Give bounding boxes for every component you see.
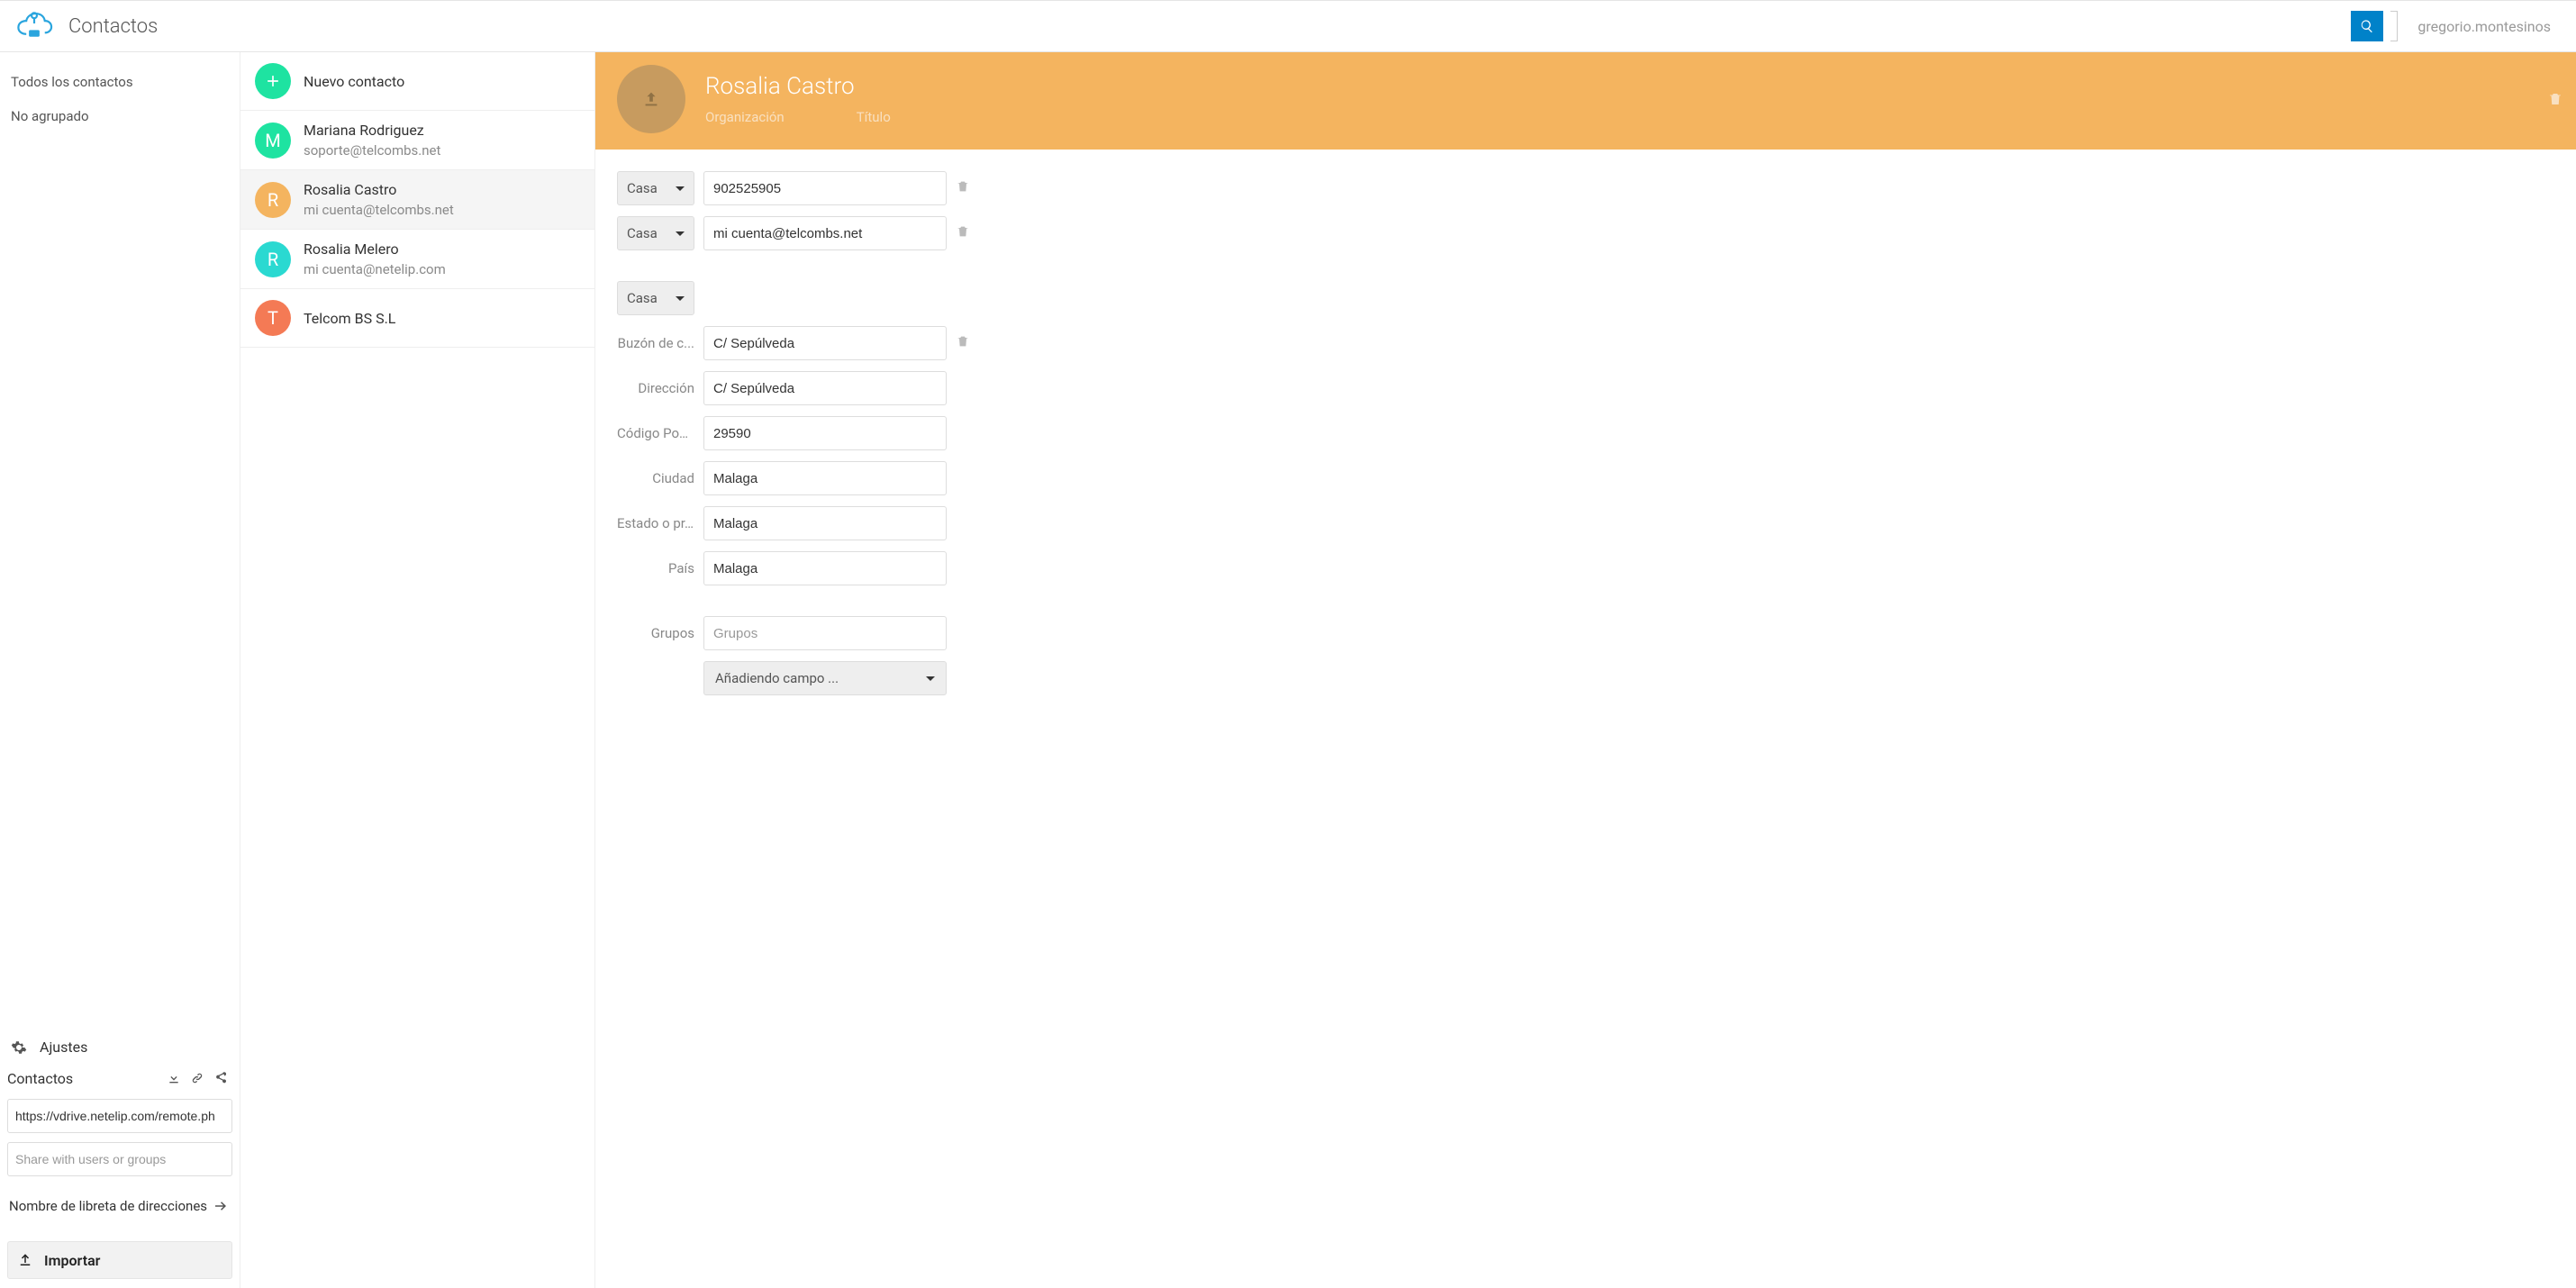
chevron-down-icon — [926, 676, 935, 685]
panel-title: Contactos — [7, 1070, 162, 1087]
remote-url-input[interactable] — [7, 1099, 232, 1133]
avatar: T — [255, 300, 291, 336]
search-icon — [2360, 19, 2374, 33]
contact-name: Rosalia Melero — [304, 240, 446, 258]
delete-contact-button[interactable] — [2547, 91, 2563, 111]
user-label[interactable]: gregorio.montesinos — [2417, 18, 2551, 35]
share-icon — [213, 1071, 228, 1085]
contact-detail: Rosalia Castro Organización Título Casa … — [595, 52, 2576, 1288]
sidebar: Todos los contactos No agrupado Ajustes … — [0, 52, 240, 1288]
country-label: País — [617, 560, 694, 576]
contact-sub: soporte@telcombs.net — [304, 142, 440, 159]
app-title: Contactos — [68, 15, 158, 38]
address-delete-button[interactable] — [956, 334, 975, 352]
contact-row[interactable]: M Mariana Rodriguez soporte@telcombs.net — [240, 111, 594, 170]
gear-icon — [11, 1039, 27, 1056]
settings-toggle[interactable]: Ajustes — [0, 1033, 240, 1066]
city-input[interactable] — [703, 461, 947, 495]
avatar: M — [255, 122, 291, 159]
trash-icon — [956, 179, 970, 194]
trash-icon — [2547, 91, 2563, 107]
phone-type-select[interactable]: Casa — [617, 171, 694, 205]
contact-name: Rosalia Castro — [304, 181, 454, 198]
trash-icon — [956, 334, 970, 349]
nav-ungrouped[interactable]: No agrupado — [9, 99, 231, 133]
avatar-upload[interactable] — [617, 65, 685, 133]
add-field-select[interactable]: Añadiendo campo ... — [703, 661, 947, 695]
share-button[interactable] — [209, 1066, 232, 1090]
nav-all-contacts[interactable]: Todos los contactos — [9, 65, 231, 99]
search-input-stub[interactable] — [2390, 11, 2398, 41]
pobox-label: Buzón de c... — [617, 335, 694, 351]
download-icon — [167, 1071, 181, 1085]
groups-label: Grupos — [617, 625, 694, 641]
app-header: Contactos gregorio.montesinos — [0, 0, 2576, 52]
email-delete-button[interactable] — [956, 224, 975, 242]
addressbook-name-row[interactable]: Nombre de libreta de direcciones — [7, 1198, 232, 1214]
chevron-down-icon — [676, 231, 685, 240]
link-button[interactable] — [186, 1066, 209, 1090]
address-type-select[interactable]: Casa — [617, 281, 694, 315]
search-button[interactable] — [2351, 11, 2383, 41]
groups-input[interactable] — [703, 616, 947, 650]
trash-icon — [956, 224, 970, 239]
download-button[interactable] — [162, 1066, 186, 1090]
pobox-input[interactable] — [703, 326, 947, 360]
email-input[interactable] — [703, 216, 947, 250]
contact-row[interactable]: R Rosalia Melero mi cuenta@netelip.com — [240, 230, 594, 289]
postal-label: Código Postal — [617, 425, 694, 441]
state-label: Estado o pr... — [617, 515, 694, 531]
contact-row[interactable]: T Telcom BS S.L — [240, 289, 594, 348]
org-label[interactable]: Organización — [705, 109, 785, 125]
country-input[interactable] — [703, 551, 947, 585]
plus-avatar — [255, 63, 291, 99]
arrow-right-icon — [213, 1198, 229, 1214]
link-icon — [190, 1071, 204, 1085]
postal-input[interactable] — [703, 416, 947, 450]
app-logo[interactable] — [13, 10, 56, 42]
title-label[interactable]: Título — [857, 109, 891, 125]
upload-icon — [17, 1252, 33, 1268]
avatar: R — [255, 241, 291, 277]
plus-icon — [264, 72, 282, 90]
upload-icon — [641, 89, 661, 109]
addressbook-name-label: Nombre de libreta de direcciones — [9, 1198, 207, 1214]
avatar: R — [255, 182, 291, 218]
contact-sub: mi cuenta@telcombs.net — [304, 202, 454, 218]
contact-name[interactable]: Rosalia Castro — [705, 73, 891, 100]
contact-name: Telcom BS S.L — [304, 310, 395, 327]
import-label: Importar — [44, 1252, 100, 1269]
addr-label: Dirección — [617, 380, 694, 396]
contact-name: Mariana Rodriguez — [304, 122, 440, 139]
chevron-down-icon — [676, 296, 685, 305]
share-input[interactable] — [7, 1142, 232, 1176]
email-type-select[interactable]: Casa — [617, 216, 694, 250]
phone-delete-button[interactable] — [956, 179, 975, 197]
contact-row[interactable]: R Rosalia Castro mi cuenta@telcombs.net — [240, 170, 594, 230]
city-label: Ciudad — [617, 470, 694, 486]
new-contact-label: Nuevo contacto — [304, 73, 404, 90]
addr-input[interactable] — [703, 371, 947, 405]
contact-list: Nuevo contacto M Mariana Rodriguez soporte… — [240, 52, 595, 1288]
import-button[interactable]: Importar — [7, 1241, 232, 1279]
state-input[interactable] — [703, 506, 947, 540]
contact-sub: mi cuenta@netelip.com — [304, 261, 446, 277]
detail-header: Rosalia Castro Organización Título — [595, 52, 2576, 150]
phone-input[interactable] — [703, 171, 947, 205]
chevron-down-icon — [676, 186, 685, 195]
new-contact-row[interactable]: Nuevo contacto — [240, 52, 594, 111]
settings-label: Ajustes — [40, 1039, 87, 1056]
